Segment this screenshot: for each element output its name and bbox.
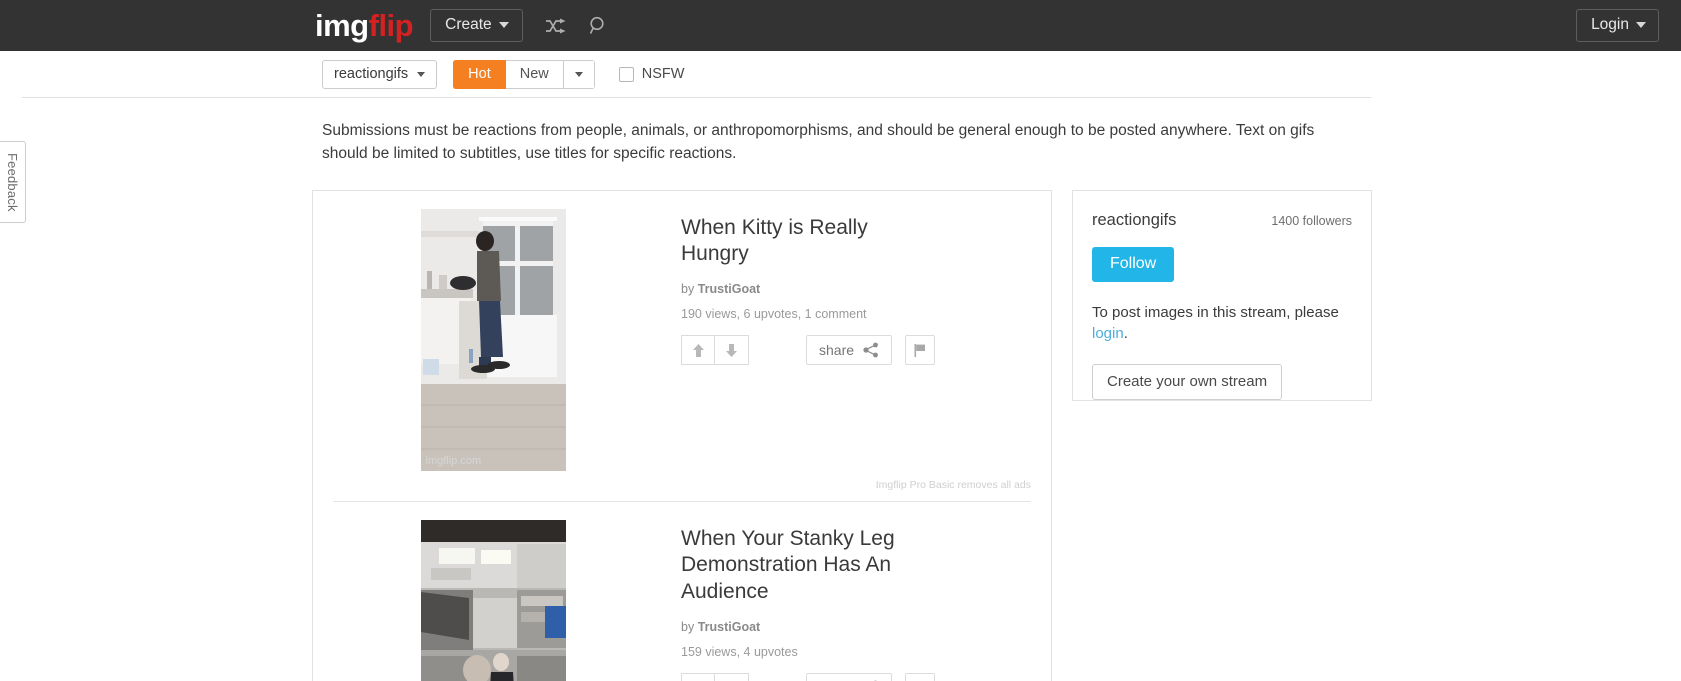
flag-button[interactable] [905,335,936,366]
sidebar-header: reactiongifs 1400 followers [1092,211,1352,230]
content-columns: imgflip.com When Kitty is Really Hungry … [312,189,1681,681]
create-button-label: Create [445,16,492,34]
feedback-tab[interactable]: Feedback [0,141,26,223]
post-item: When Your Stanky Leg Demonstration Has A… [313,502,1051,681]
arrow-up-icon [692,343,704,357]
sort-new-button[interactable]: New [505,59,564,89]
filter-bar: reactiongifs Hot New NSFW [22,51,1371,98]
login-button[interactable]: Login [1576,9,1659,42]
chevron-down-icon [1636,22,1646,28]
post-stats: 159 views, 4 upvotes [681,645,798,660]
post-author: by TrustiGoat [681,620,1031,634]
login-button-label: Login [1591,16,1629,34]
post-thumbnail[interactable] [420,519,566,681]
post-author-prefix: by [681,620,695,635]
sidebar-instructions-period: . [1123,325,1128,343]
shuffle-icon[interactable] [545,18,567,34]
post-item: imgflip.com When Kitty is Really Hungry … [313,191,1051,471]
share-button[interactable]: share [806,673,893,681]
vote-group [681,335,749,366]
stream-description: Submissions must be reactions from peopl… [322,122,1315,162]
share-button[interactable]: share [806,335,893,366]
post-thumbnail-column [333,519,653,681]
post-thumbnail-image [420,519,566,681]
search-icon[interactable] [589,16,608,35]
sidebar-followers-count: 1400 followers [1271,213,1352,228]
post-stats: 190 views, 6 upvotes, 1 comment [681,307,867,322]
sort-hot-button[interactable]: Hot [453,59,506,89]
post-thumbnail[interactable]: imgflip.com [420,208,566,471]
post-thumbnail-image [420,208,566,471]
upvote-button[interactable] [681,673,715,681]
post-action-row: share [681,673,1031,681]
arrow-down-icon [726,343,737,357]
vote-group [681,673,749,681]
thumbnail-watermark: imgflip.com [425,454,482,467]
post-title[interactable]: When Your Stanky Leg Demonstration Has A… [681,526,921,607]
upvote-button[interactable] [681,335,715,366]
post-meta-column: When Your Stanky Leg Demonstration Has A… [653,520,1031,681]
stream-selector-label: reactiongifs [334,66,409,82]
sidebar-instructions-text: To post images in this stream, please [1092,303,1339,321]
chevron-down-icon [574,71,583,77]
flag-button[interactable] [905,673,936,681]
downvote-button[interactable] [715,335,749,366]
post-author-prefix: by [681,282,695,297]
pro-ad-note: Imgflip Pro Basic removes all ads [875,478,1031,491]
post-author-name[interactable]: TrustiGoat [698,282,761,296]
post-author: by TrustiGoat [681,282,1031,296]
imgflip-logo[interactable]: imgflip [315,8,414,43]
sidebar-stream-title[interactable]: reactiongifs [1092,211,1176,230]
sort-more-button[interactable] [563,59,595,89]
post-author-name[interactable]: TrustiGoat [698,620,761,634]
chevron-down-icon [498,22,509,28]
nsfw-label: NSFW [641,66,685,82]
create-button[interactable]: Create [430,9,523,42]
follow-button[interactable]: Follow [1092,246,1175,282]
downvote-button[interactable] [715,673,749,681]
share-button-label: share [819,342,855,359]
stream-info-sidebar: reactiongifs 1400 followers Follow To po… [1072,189,1372,401]
stream-selector[interactable]: reactiongifs [322,59,438,89]
logo-text-flip: flip [368,8,414,43]
page-body: Feedback reactiongifs Hot New NSFW Submi… [0,51,1681,681]
post-thumbnail-column: imgflip.com [333,208,653,471]
create-your-own-stream-button[interactable]: Create your own stream [1092,364,1283,401]
post-action-row: share [681,335,1031,366]
logo-text-img: img [315,8,369,43]
share-network-icon [863,342,878,358]
post-meta-column: When Kitty is Really Hungry by TrustiGoa… [653,209,1031,471]
sort-button-group: Hot New [453,59,595,89]
flag-icon [914,343,926,357]
login-link[interactable]: login [1092,325,1124,342]
chevron-down-icon [417,71,426,77]
post-title[interactable]: When Kitty is Really Hungry [681,215,921,269]
top-navigation-bar: imgflip Create Login [0,0,1681,51]
sidebar-post-instructions: To post images in this stream, please lo… [1092,302,1352,346]
post-feed: imgflip.com When Kitty is Really Hungry … [312,189,1052,681]
feedback-tab-label: Feedback [5,152,20,212]
nsfw-toggle[interactable]: NSFW [618,66,685,82]
nsfw-checkbox[interactable] [618,66,634,82]
